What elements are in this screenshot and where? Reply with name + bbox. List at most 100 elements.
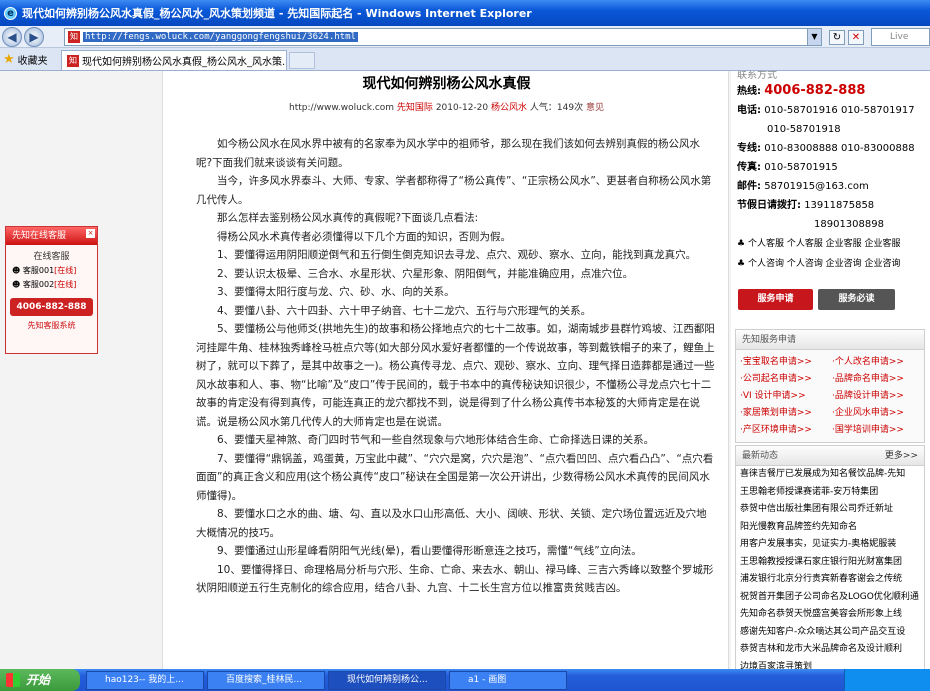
taskbar-item[interactable]: a1 - 画图 [449, 671, 567, 690]
paragraph: 当今，许多风水界泰斗、大师、专家、学者都称得了“杨公真传”、“正宗杨公风水”、更… [196, 175, 712, 206]
news-item[interactable]: 边境百家滨寻策划 [736, 659, 924, 670]
service-link[interactable]: ·品牌设计申请>> [832, 388, 924, 405]
service-link[interactable]: ·企业风水申请>> [832, 405, 924, 422]
paragraph: 9、要懂通过山形星峰看阴阳气光线(晕)，看山要懂得形断意连之技巧，需懂“气线”立… [217, 545, 642, 557]
contact-heading: 联系方式 [737, 71, 777, 81]
service-link[interactable]: ·家居策划申请>> [740, 405, 832, 422]
email-link[interactable]: 58701915@163.com [764, 181, 869, 192]
service-link[interactable]: ·公司起名申请>> [740, 371, 832, 388]
service-link[interactable]: ·VI 设计申请>> [740, 388, 832, 405]
meta-views: 人气：149次 [529, 103, 584, 113]
news-item[interactable]: 感谢先知客户-众众嘀达其公司产品交互设 [736, 624, 924, 642]
paragraph: 10、要懂得择日、命理格局分析与穴形、生命、亡命、来去水、朝山、禄马峰、三吉六秀… [196, 563, 714, 595]
news-item[interactable]: 祝贺首开集团子公司命名及LOGO优化顺利通 [736, 589, 924, 607]
taskbar: 开始 hao123-- 我的上... 百度搜索_桂林民... 现代如何辨别杨公.… [0, 669, 930, 691]
service-link[interactable]: ·品牌命名申请>> [832, 371, 924, 388]
service-row-1[interactable]: ♣ 个人客服 个人客服 企业客服 企业客服 [737, 234, 927, 254]
chat-agent-2[interactable]: ☻ 客服002[在线] [12, 279, 97, 290]
service-apply-box: 先知服务申请 ·宝宝取名申请>> ·个人改名申请>> ·公司起名申请>> ·品牌… [735, 329, 925, 443]
ie-icon: e [4, 6, 17, 20]
favorites-button[interactable]: ★ 收藏夹 [3, 52, 48, 67]
tab-title: 现代如何辨别杨公风水真假_杨公风水_风水策... [82, 57, 287, 68]
tab-bar: ★ 收藏夹 知 现代如何辨别杨公风水真假_杨公风水_风水策... [0, 48, 930, 71]
news-item[interactable]: 浦发银行北京分行贵宾新春客谢会之传统 [736, 571, 924, 589]
tab-favicon-icon: 知 [67, 54, 79, 67]
page-viewport: 现代如何辨别杨公风水真假 http://www.woluck.com 先知国际 … [0, 71, 930, 669]
news-item[interactable]: 恭贺中信出版社集团有限公司乔迁新址 [736, 501, 924, 519]
stop-icon[interactable]: ✕ [848, 30, 864, 45]
news-item[interactable]: 王思翰教授授课石家庄银行阳光财富集团 [736, 554, 924, 572]
taskbar-item-active[interactable]: 现代如何辨别杨公... [328, 671, 446, 690]
refresh-icon[interactable]: ↻ [829, 30, 845, 45]
meta-category[interactable]: 杨公风水 [491, 103, 527, 113]
url-text[interactable]: http://fengs.woluck.com/yanggongfengshui… [83, 32, 358, 42]
news-item[interactable]: 用客户发展事实，见证实力-奥格妮服装 [736, 536, 924, 554]
system-tray [844, 669, 930, 691]
article-title: 现代如何辨别杨公风水真假 [362, 76, 531, 92]
service-link[interactable]: ·个人改名申请>> [832, 354, 924, 371]
navigation-bar: ◀ ▶ 知 http://fengs.woluck.com/yanggongfe… [0, 26, 930, 58]
paragraph: 如今杨公风水在风水界中被有的名家奉为风水学中的祖师爷，那么现在我们该如何去辨别真… [196, 138, 700, 169]
person-icon: ☻ [12, 266, 21, 275]
news-more-link[interactable]: 更多>> [885, 446, 918, 466]
favorites-label: 收藏夹 [17, 56, 48, 67]
address-bar[interactable]: 知 http://fengs.woluck.com/yanggongfengsh… [64, 28, 822, 46]
services-heading: 先知服务申请 [736, 330, 924, 350]
paragraph: 得杨公风水术真传者必须懂得以下几个方面的知识，否则为假。 [217, 230, 511, 243]
taskbar-item[interactable]: hao123-- 我的上... [86, 671, 204, 690]
tab-current[interactable]: 知 现代如何辨别杨公风水真假_杨公风水_风水策... [61, 50, 287, 70]
news-item[interactable]: 先知命名恭贺天悦盛宫美容会所形象上线 [736, 606, 924, 624]
news-item[interactable]: 王思翰老师授课赛诺菲-安万特集团 [736, 484, 924, 502]
article: 现代如何辨别杨公风水真假 http://www.woluck.com 先知国际 … [162, 71, 729, 669]
service-link[interactable]: ·国学培训申请>> [832, 422, 924, 439]
service-row-2[interactable]: ♣ 个人咨询 个人咨询 企业咨询 企业咨询 [737, 254, 927, 274]
taskbar-item[interactable]: 百度搜索_桂林民... [207, 671, 325, 690]
meta-date: 2010-12-20 [435, 103, 489, 113]
paragraph: 2、要认识太极晕、三合水、水星形状、穴星形象、阴阳倒气，并能准确应用，点准穴位。 [217, 267, 634, 280]
meta-source[interactable]: 先知国际 [397, 103, 433, 113]
service-link[interactable]: ·产区环境申请>> [740, 422, 832, 439]
qq-icon: ♣ [737, 239, 746, 249]
chat-subtitle: 在线客服 [33, 252, 70, 262]
close-icon[interactable]: × [86, 229, 95, 238]
chat-header-title: 先知在线客服 [12, 231, 67, 241]
service-link[interactable]: ·宝宝取名申请>> [740, 354, 832, 371]
contact-panel: 联系方式 热线: 4006-882-888 电话: 010-58701916 0… [737, 71, 927, 274]
window-titlebar: e 现代如何辨别杨公风水真假_杨公风水_风水策划频道 - 先知国际起名 - Wi… [0, 0, 930, 26]
site-favicon-icon: 知 [68, 31, 80, 43]
meta-site[interactable]: http://www.woluck.com [289, 103, 394, 113]
paragraph: 那么怎样去鉴别杨公风水真传的真假呢?下面谈几点看法: [217, 212, 479, 224]
back-button[interactable]: ◀ [2, 26, 22, 47]
start-button[interactable]: 开始 [0, 669, 80, 691]
paragraph: 5、要懂杨公与他师爻(拱地先生)的故事和杨公择地点穴的七十二故事。如，湖南城步县… [196, 323, 715, 428]
news-item[interactable]: 恭贺吉林和龙市大米品牌命名及设计顺利 [736, 641, 924, 659]
window-title: 现代如何辨别杨公风水真假_杨公风水_风水策划频道 - 先知国际起名 - Wind… [22, 7, 532, 20]
news-item[interactable]: 喜徕吉餐厅已发展成为知名餐饮品牌-先知 [736, 466, 924, 484]
service-apply-button[interactable]: 服务申请 [738, 289, 813, 310]
qq-icon: ♣ [737, 259, 746, 269]
paragraph: 7、要懂得“鼎锅盖，鸡蛋黄，万宝此中藏”、“穴穴是窝，穴穴是泡”、“点穴看凹凹、… [196, 452, 714, 502]
windows-flag-icon [6, 673, 20, 687]
address-dropdown-icon[interactable]: ▼ [807, 29, 821, 45]
chat-footer[interactable]: 先知客服系统 [6, 320, 97, 331]
news-item[interactable]: 阳光慢教育品牌签约先知命名 [736, 519, 924, 537]
paragraph: 4、要懂八卦、六十四卦、六十甲子纳音、七十二龙穴、五行与穴形理气的关系。 [217, 304, 592, 317]
chat-header: 先知在线客服 × [6, 227, 97, 245]
meta-comment[interactable]: 意见 [586, 103, 604, 113]
chat-agent-1[interactable]: ☻ 客服001[在线] [12, 265, 97, 276]
article-body: 如今杨公风水在风水界中被有的名家奉为风水学中的祖师爷，那么现在我们该如何去辨别真… [196, 135, 716, 598]
paragraph: 6、要懂天星神煞、奇门四时节气和一些自然现象与穴地形体结合生命、亡命择选日课的关… [217, 434, 655, 446]
search-input[interactable]: Live Search [871, 28, 930, 58]
article-meta: http://www.woluck.com 先知国际 2010-12-20 杨公… [163, 100, 730, 113]
news-box: 最新动态 更多>> 喜徕吉餐厅已发展成为知名餐饮品牌-先知 王思翰老师授课赛诺菲-… [735, 445, 925, 669]
forward-button[interactable]: ▶ [24, 26, 44, 47]
new-tab-button[interactable] [289, 52, 315, 69]
star-icon: ★ [3, 52, 15, 67]
news-heading: 最新动态 更多>> [736, 446, 924, 466]
paragraph: 1、要懂得运用阴阳顺逆倒气和五行倒生倒克知识去寻龙、点穴、观砂、察水、立向，能找… [217, 249, 697, 261]
paragraph: 8、要懂水口之水的曲、塘、勾、直以及水口山形高低、大小、阔峡、形状、关锁、定穴场… [196, 508, 707, 539]
service-read-button[interactable]: 服务必读 [818, 289, 895, 310]
chat-phone: 4006-882-888 [10, 298, 93, 316]
paragraph: 3、要懂得太阳行度与龙、穴、砂、水、向的关系。 [217, 286, 455, 298]
person-icon: ☻ [12, 280, 21, 289]
